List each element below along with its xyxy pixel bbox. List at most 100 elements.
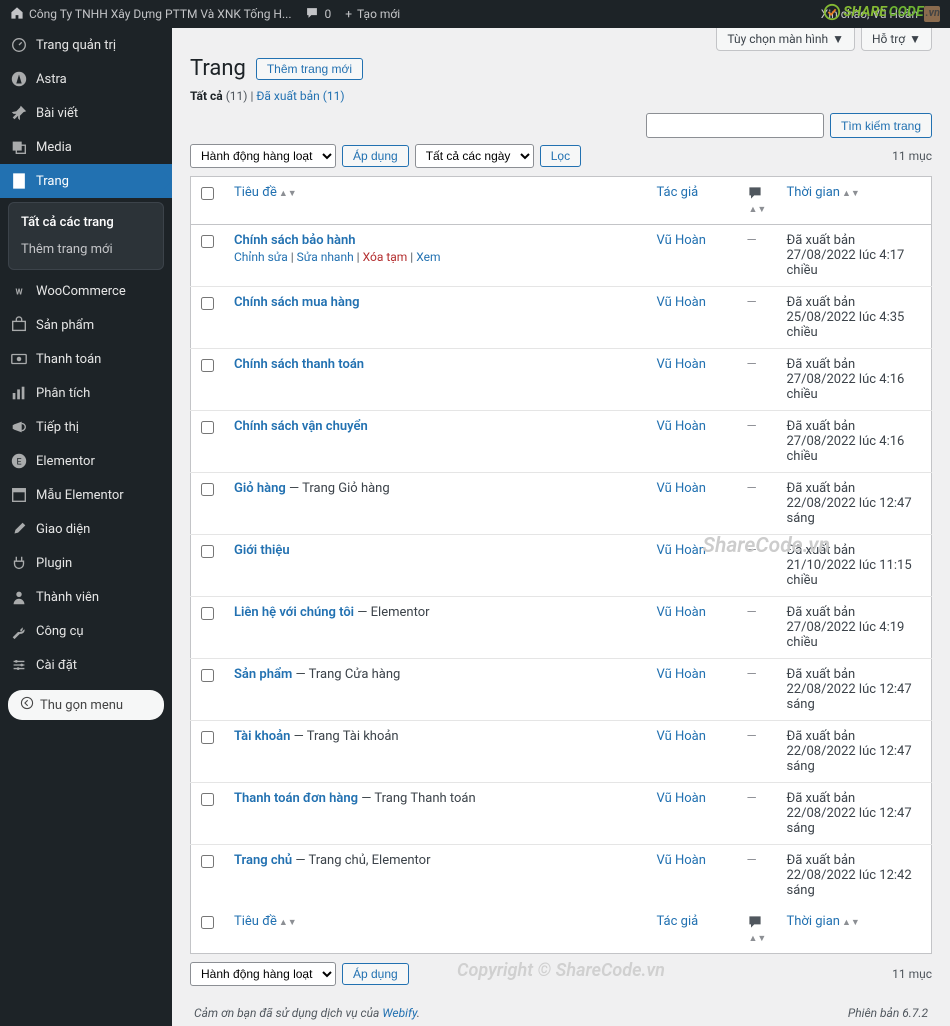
author-link[interactable]: Vũ Hoàn: [657, 853, 706, 868]
svg-text:W: W: [15, 287, 22, 297]
date-filter-select[interactable]: Tất cả các ngày: [415, 144, 534, 168]
sidebar-item-products[interactable]: Sản phẩm: [0, 308, 172, 342]
toolbar-new-label: Tạo mới: [357, 7, 400, 21]
page-state: — Trang chủ, Elementor: [292, 853, 430, 868]
row-checkbox[interactable]: [201, 545, 214, 558]
toolbar-site-link[interactable]: Công Ty TNHH Xây Dựng PTTM Và XNK Tống H…: [10, 6, 291, 23]
sidebar-item-payments[interactable]: Thanh toán: [0, 342, 172, 376]
sidebar-item-dashboard[interactable]: Trang quản trị: [0, 28, 172, 62]
page-title-link[interactable]: Chính sách thanh toán: [234, 357, 364, 372]
help-button[interactable]: Hỗ trợ ▼: [861, 28, 932, 51]
sidebar-item-analytics[interactable]: Phân tích: [0, 376, 172, 410]
quick-edit-link[interactable]: Sửa nhanh: [297, 250, 354, 264]
page-title-link[interactable]: Sản phẩm: [234, 667, 292, 682]
cell-date: Đã xuất bản25/08/2022 lúc 4:35 chiều: [777, 287, 932, 349]
page-title-link[interactable]: Trang chủ: [234, 853, 292, 868]
author-link[interactable]: Vũ Hoàn: [657, 543, 706, 558]
cell-date: Đã xuất bản27/08/2022 lúc 4:16 chiều: [777, 411, 932, 473]
select-all-checkbox-bottom[interactable]: [201, 916, 214, 929]
page-title-link[interactable]: Giỏ hàng: [234, 481, 286, 496]
col-comments[interactable]: ▲▼: [737, 177, 777, 225]
apply-button-bottom[interactable]: Áp dụng: [342, 963, 409, 985]
footer-credit-link[interactable]: Webify: [382, 1006, 417, 1020]
comments-none: —: [747, 853, 757, 868]
page-title-link[interactable]: Chính sách mua hàng: [234, 295, 360, 310]
submenu-item[interactable]: Thêm trang mới: [9, 236, 163, 263]
row-checkbox[interactable]: [201, 235, 214, 248]
sidebar-item-templates[interactable]: Mẫu Elementor: [0, 478, 172, 512]
toolbar-new[interactable]: + Tạo mới: [345, 7, 400, 21]
sidebar-item-marketing[interactable]: Tiếp thị: [0, 410, 172, 444]
author-link[interactable]: Vũ Hoàn: [657, 605, 706, 620]
col-title[interactable]: Tiêu đề▲▼: [224, 177, 647, 225]
page-state: — Elementor: [354, 605, 429, 620]
sidebar-item-settings[interactable]: Cài đặt: [0, 648, 172, 682]
page-title-link[interactable]: Tài khoản: [234, 729, 290, 744]
select-all-checkbox[interactable]: [201, 187, 214, 200]
sidebar-item-users[interactable]: Thành viên: [0, 580, 172, 614]
sidebar-item-astra[interactable]: Astra: [0, 62, 172, 96]
page-title-link[interactable]: Giới thiệu: [234, 543, 290, 558]
filter-button[interactable]: Lọc: [540, 145, 581, 167]
author-link[interactable]: Vũ Hoàn: [657, 667, 706, 682]
bulk-action-select-bottom[interactable]: Hành động hàng loạt: [190, 962, 336, 986]
sidebar-item-plugins[interactable]: Plugin: [0, 546, 172, 580]
page-title-link[interactable]: Liên hệ với chúng tôi: [234, 605, 354, 620]
sidebar-item-appearance[interactable]: Giao diện: [0, 512, 172, 546]
row-checkbox[interactable]: [201, 483, 214, 496]
col-title-foot[interactable]: Tiêu đề▲▼: [224, 906, 647, 954]
col-date[interactable]: Thời gian▲▼: [777, 177, 932, 225]
cell-title: Tài khoản — Trang Tài khoản: [224, 721, 647, 783]
status-published-link[interactable]: Đã xuất bản (11): [256, 89, 344, 103]
comments-none: —: [747, 543, 757, 558]
sidebar-item-woocommerce[interactable]: WWooCommerce: [0, 274, 172, 308]
apply-button[interactable]: Áp dụng: [342, 145, 409, 167]
cell-title: Chính sách vận chuyển: [224, 411, 647, 473]
page-title-link[interactable]: Thanh toán đơn hàng: [234, 791, 358, 806]
table-row: Thanh toán đơn hàng — Trang Thanh toánVũ…: [191, 783, 932, 845]
author-link[interactable]: Vũ Hoàn: [657, 233, 706, 248]
author-link[interactable]: Vũ Hoàn: [657, 481, 706, 496]
toolbar-account[interactable]: Xin chào, Vũ Hoàn: [821, 6, 940, 22]
trash-link[interactable]: Xóa tạm: [363, 250, 408, 264]
toolbar-comments[interactable]: 0: [305, 6, 331, 23]
view-link[interactable]: Xem: [416, 250, 440, 264]
col-author[interactable]: Tác giả: [647, 177, 737, 225]
user-icon: [10, 588, 28, 606]
sidebar-item-pages[interactable]: Trang: [0, 164, 172, 198]
row-checkbox[interactable]: [201, 607, 214, 620]
sidebar-item-elementor[interactable]: EElementor: [0, 444, 172, 478]
row-checkbox[interactable]: [201, 359, 214, 372]
items-count-bottom: 11 mục: [892, 967, 932, 981]
col-comments-foot[interactable]: ▲▼: [737, 906, 777, 954]
col-date-foot[interactable]: Thời gian▲▼: [777, 906, 932, 954]
row-checkbox[interactable]: [201, 793, 214, 806]
author-link[interactable]: Vũ Hoàn: [657, 295, 706, 310]
screen-options-button[interactable]: Tùy chọn màn hình ▼: [716, 28, 855, 51]
submenu-item[interactable]: Tất cả các trang: [9, 209, 163, 236]
author-link[interactable]: Vũ Hoàn: [657, 357, 706, 372]
row-checkbox[interactable]: [201, 855, 214, 868]
add-new-button[interactable]: Thêm trang mới: [256, 58, 363, 80]
col-author-foot[interactable]: Tác giả: [647, 906, 737, 954]
avatar: [924, 6, 940, 22]
bulk-action-select[interactable]: Hành động hàng loạt: [190, 144, 336, 168]
row-checkbox[interactable]: [201, 669, 214, 682]
search-button[interactable]: Tìm kiếm trang: [830, 113, 932, 138]
row-checkbox[interactable]: [201, 731, 214, 744]
sidebar-item-media[interactable]: Media: [0, 130, 172, 164]
author-link[interactable]: Vũ Hoàn: [657, 729, 706, 744]
sidebar-item-tools[interactable]: Công cụ: [0, 614, 172, 648]
search-input[interactable]: [646, 113, 824, 138]
cell-date: Đã xuất bản21/10/2022 lúc 11:15 chiều: [777, 535, 932, 597]
page-title-link[interactable]: Chính sách bảo hành: [234, 233, 356, 248]
author-link[interactable]: Vũ Hoàn: [657, 419, 706, 434]
row-checkbox[interactable]: [201, 421, 214, 434]
collapse-menu[interactable]: Thu gọn menu: [8, 690, 164, 720]
row-checkbox[interactable]: [201, 297, 214, 310]
author-link[interactable]: Vũ Hoàn: [657, 791, 706, 806]
edit-link[interactable]: Chỉnh sửa: [234, 250, 288, 264]
page-title-link[interactable]: Chính sách vận chuyển: [234, 419, 368, 434]
table-row: Chính sách mua hàngVũ Hoàn—Đã xuất bản25…: [191, 287, 932, 349]
sidebar-item-posts[interactable]: Bài viết: [0, 96, 172, 130]
